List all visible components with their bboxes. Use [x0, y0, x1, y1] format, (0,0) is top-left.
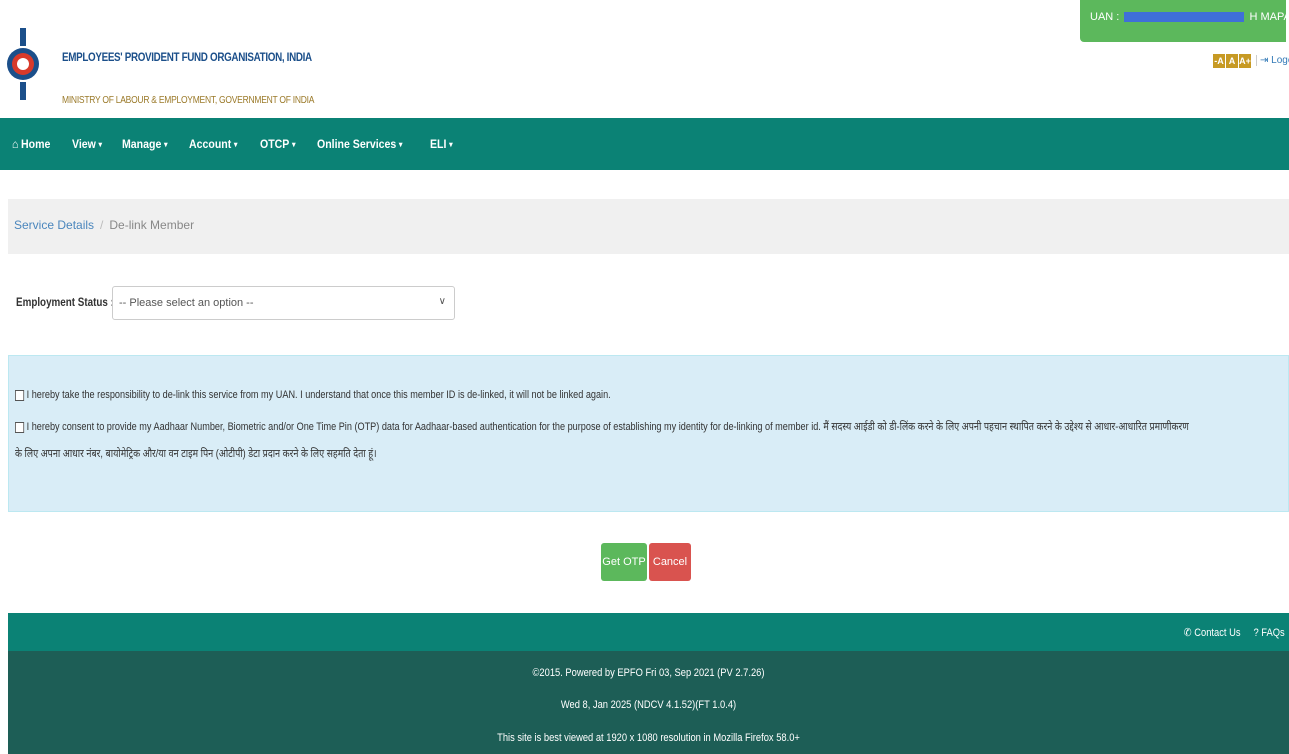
breadcrumb-service-details[interactable]: Service Details	[14, 218, 94, 232]
footer-copyright: ©2015. Powered by EPFO Fri 03, Sep 2021 …	[532, 667, 765, 679]
nav-otcp-label: OTCP	[260, 137, 290, 151]
caret-down-icon: ▾	[292, 139, 296, 149]
caret-down-icon: ▾	[398, 139, 403, 149]
aadhaar-consent-row: I hereby consent to provide my Aadhaar N…	[15, 419, 1189, 434]
aadhaar-consent-checkbox[interactable]	[15, 421, 25, 433]
aadhaar-consent-text-hindi: के लिए अपना आधार नंबर, बायोमेट्रिक और/या…	[15, 448, 377, 460]
caret-down-icon: ▾	[98, 139, 102, 149]
footer-browser-note: This site is best viewed at 1920 x 1080 …	[497, 732, 800, 744]
footer-version: Wed 8, Jan 2025 (NDCV 4.1.52)(FT 1.0.4)	[560, 699, 737, 711]
consent-panel: I hereby take the responsibility to de-l…	[8, 355, 1289, 512]
uan-badge: UAN : H MAPARI	[1080, 0, 1289, 42]
footer-links: ✆ Contact Us ? FAQs	[1184, 626, 1285, 639]
phone-icon: ✆	[1184, 627, 1192, 639]
uan-name-suffix: H MAPARI	[1249, 11, 1289, 23]
font-size-controls: -A A A+	[1213, 54, 1251, 68]
breadcrumb-separator: /	[100, 218, 104, 232]
get-otp-button[interactable]: Get OTP	[601, 543, 647, 581]
logout-link[interactable]: ⇥ Logout	[1256, 55, 1289, 66]
uan-redacted	[1124, 12, 1245, 23]
breadcrumb: Service Details / De-link Member	[8, 199, 1289, 254]
nav-eli-label: ELI	[429, 137, 447, 151]
org-name: EMPLOYEES' PROVIDENT FUND ORGANISATION, …	[62, 50, 312, 64]
nav-online-services-label: Online Services	[316, 137, 397, 151]
logout-icon: ⇥	[1260, 55, 1269, 66]
caret-down-icon: ▾	[448, 139, 453, 149]
logout-label: Logout	[1271, 55, 1289, 66]
nav-otcp[interactable]: OTCP ▾	[260, 137, 296, 151]
nav-view-label: View	[71, 137, 96, 151]
font-increase-button[interactable]: A+	[1239, 54, 1251, 68]
nav-home[interactable]: ⌂ Home	[12, 137, 50, 151]
font-normal-button[interactable]: A	[1226, 54, 1238, 68]
chevron-down-icon: ∨	[438, 296, 446, 307]
nav-account-label: Account	[189, 137, 232, 151]
ministry-name: MINISTRY OF LABOUR & EMPLOYMENT, GOVERNM…	[62, 95, 315, 106]
question-icon: ?	[1253, 627, 1260, 639]
nav-manage-label: Manage	[121, 137, 162, 151]
delink-responsibility-row: I hereby take the responsibility to de-l…	[15, 389, 611, 401]
caret-down-icon: ▾	[234, 139, 238, 149]
breadcrumb-current: De-link Member	[109, 218, 195, 232]
nav-manage[interactable]: Manage ▾	[122, 137, 167, 151]
nav-online-services[interactable]: Online Services ▾	[317, 137, 402, 151]
cancel-button[interactable]: Cancel	[649, 543, 691, 581]
contact-us-link[interactable]: Contact Us	[1195, 627, 1241, 639]
epfo-logo-icon	[7, 28, 39, 100]
nav-account[interactable]: Account ▾	[189, 137, 237, 151]
main-nav: ⌂ Home View ▾ Manage ▾ Account ▾ OTCP ▾ Onli…	[0, 118, 1289, 170]
uan-label: UAN :	[1090, 11, 1120, 23]
employment-status-select[interactable]: -- Please select an option -- ∨	[112, 286, 455, 320]
footer-links-bar: ✆ Contact Us ? FAQs	[8, 613, 1289, 651]
font-decrease-button[interactable]: -A	[1213, 54, 1225, 68]
nav-home-label: Home	[21, 137, 51, 151]
faqs-link[interactable]: FAQs	[1262, 627, 1285, 639]
footer-info: ©2015. Powered by EPFO Fri 03, Sep 2021 …	[8, 651, 1289, 754]
nav-view[interactable]: View ▾	[72, 137, 102, 151]
aadhaar-consent-text: I hereby consent to provide my Aadhaar N…	[26, 421, 1189, 433]
site-header: EMPLOYEES' PROVIDENT FUND ORGANISATION, …	[0, 0, 1289, 118]
employment-status-label: Employment Status :	[16, 295, 114, 309]
caret-down-icon: ▾	[163, 139, 168, 149]
delink-responsibility-text: I hereby take the responsibility to de-l…	[26, 389, 611, 401]
employment-status-value: -- Please select an option --	[119, 297, 254, 309]
nav-eli[interactable]: ELI ▾	[430, 137, 453, 151]
delink-responsibility-checkbox[interactable]	[15, 389, 25, 401]
home-icon: ⌂	[12, 137, 19, 151]
